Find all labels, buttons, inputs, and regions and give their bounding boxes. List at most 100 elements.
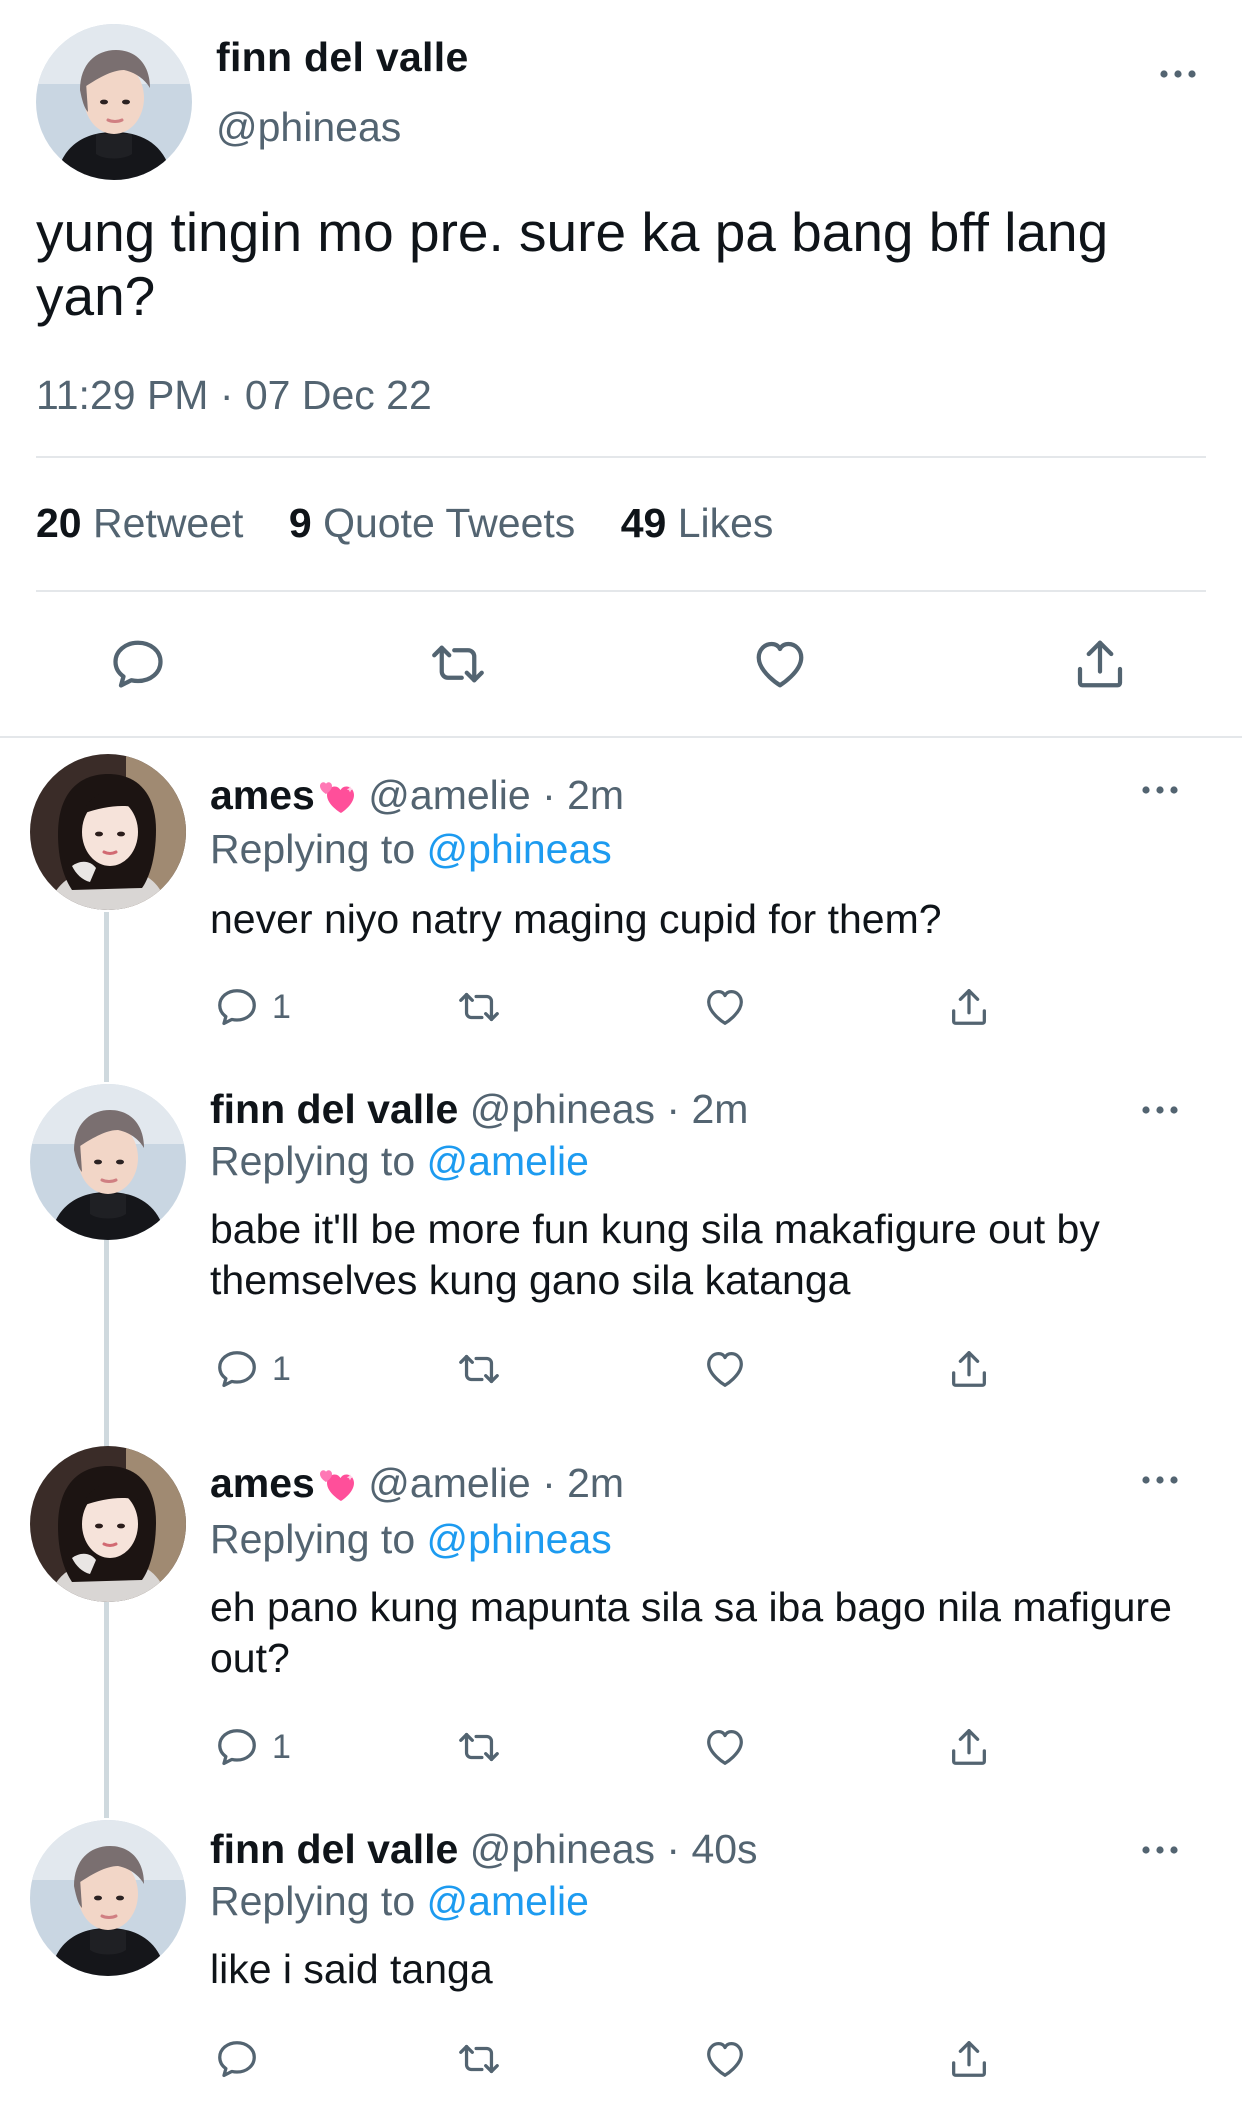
share-upload-icon	[946, 1346, 992, 1392]
share-button[interactable]	[1070, 634, 1130, 694]
replying-to: Replying to @phineas	[210, 826, 612, 873]
reply-author-name[interactable]: ames	[210, 772, 315, 818]
retweet-button[interactable]	[456, 2036, 502, 2082]
retweet-button[interactable]	[456, 1346, 502, 1392]
replying-to-mention[interactable]: @amelie	[427, 1878, 589, 1924]
retweet-button[interactable]	[456, 1724, 502, 1770]
reply-button[interactable]	[214, 1724, 260, 1770]
more-horizontal-icon	[1140, 1472, 1180, 1488]
quotes-count: 9	[288, 500, 312, 546]
avatar[interactable]	[30, 1446, 186, 1602]
reply-header: ames @amelie · 2m	[210, 1460, 624, 1507]
replying-to-mention[interactable]: @phineas	[427, 826, 612, 872]
retweet-icon	[456, 1724, 502, 1770]
avatar[interactable]	[30, 1084, 186, 1240]
like-button[interactable]	[702, 2036, 748, 2082]
like-button[interactable]	[702, 1346, 748, 1392]
more-options-button[interactable]	[1158, 66, 1198, 82]
reply-author-name[interactable]: finn del valle	[210, 1826, 458, 1872]
thread-line	[104, 912, 109, 1082]
separator-dot: ·	[655, 1826, 692, 1872]
reply-author-handle[interactable]: @amelie	[368, 1460, 530, 1506]
reply-text: like i said tanga	[210, 1946, 493, 1992]
reply-bubble-icon	[214, 1346, 260, 1392]
reply-author-handle[interactable]: @phineas	[470, 1826, 655, 1872]
quote-tweets-stat[interactable]: 9 Quote Tweets	[289, 500, 575, 547]
reply-count: 1	[272, 1350, 291, 1388]
author-avatar[interactable]	[36, 24, 192, 180]
tweet-timestamp[interactable]: 11:29 PM · 07 Dec 22	[36, 372, 432, 419]
retweets-label: Retweet	[93, 500, 244, 546]
reply-bubble-icon	[108, 634, 168, 694]
section-divider	[0, 736, 1242, 738]
more-options-button[interactable]	[1140, 782, 1180, 798]
thread-line	[104, 1602, 109, 1818]
heart-outline-icon	[702, 2036, 748, 2082]
reply-bubble-icon	[214, 1724, 260, 1770]
replying-to-mention[interactable]: @phineas	[427, 1516, 612, 1562]
share-upload-icon	[946, 1724, 992, 1770]
like-button[interactable]	[702, 984, 748, 1030]
reply-button[interactable]	[214, 1346, 260, 1392]
share-button[interactable]	[946, 2036, 992, 2082]
reply-time[interactable]: 40s	[691, 1826, 757, 1872]
divider	[36, 456, 1206, 458]
reply-time[interactable]: 2m	[567, 772, 624, 818]
divider	[36, 590, 1206, 592]
reply-author-name[interactable]: finn del valle	[210, 1086, 458, 1132]
reply-header: finn del valle @phineas · 40s	[210, 1826, 758, 1873]
thread-line	[104, 1238, 109, 1450]
reply-author-handle[interactable]: @phineas	[470, 1086, 655, 1132]
pink-hearts-emoji-icon	[317, 1466, 357, 1506]
retweets-count: 20	[36, 500, 82, 546]
avatar[interactable]	[30, 754, 186, 910]
replying-to: Replying to @amelie	[210, 1878, 589, 1925]
retweet-button[interactable]	[456, 984, 502, 1030]
avatar[interactable]	[30, 1820, 186, 1976]
author-name[interactable]: finn del valle	[216, 34, 469, 81]
heart-outline-icon	[702, 1724, 748, 1770]
author-handle[interactable]: @phineas	[216, 104, 401, 151]
replying-to-mention[interactable]: @amelie	[427, 1138, 589, 1184]
more-options-button[interactable]	[1140, 1842, 1180, 1858]
reply-time[interactable]: 2m	[567, 1460, 624, 1506]
retweet-icon	[428, 634, 488, 694]
reply-bubble-icon	[214, 2036, 260, 2082]
more-options-button[interactable]	[1140, 1472, 1180, 1488]
reply-author-handle[interactable]: @amelie	[368, 772, 530, 818]
reply-author-name[interactable]: ames	[210, 1460, 315, 1506]
reply-button[interactable]	[214, 984, 260, 1030]
retweet-button[interactable]	[428, 634, 488, 694]
reply-bubble-icon	[214, 984, 260, 1030]
likes-stat[interactable]: 49 Likes	[621, 500, 774, 547]
share-button[interactable]	[946, 984, 992, 1030]
retweet-icon	[456, 984, 502, 1030]
separator-dot: ·	[530, 772, 568, 818]
more-horizontal-icon	[1140, 782, 1180, 798]
separator-dot: ·	[530, 1460, 568, 1506]
engagement-stats: 20 Retweet 9 Quote Tweets 49 Likes	[36, 500, 807, 547]
share-button[interactable]	[946, 1724, 992, 1770]
like-button[interactable]	[702, 1724, 748, 1770]
heart-outline-icon	[702, 1346, 748, 1392]
reply-header: ames @amelie · 2m	[210, 772, 624, 819]
share-upload-icon	[946, 984, 992, 1030]
replying-to-prefix: Replying to	[210, 1878, 416, 1924]
reply-count: 1	[272, 988, 291, 1026]
retweet-icon	[456, 2036, 502, 2082]
reply-text: never niyo natry maging cupid for them?	[210, 896, 942, 942]
retweet-icon	[456, 1346, 502, 1392]
share-button[interactable]	[946, 1346, 992, 1392]
more-horizontal-icon	[1158, 66, 1198, 82]
share-upload-icon	[946, 2036, 992, 2082]
reply-button[interactable]	[108, 634, 168, 694]
reply-button[interactable]	[214, 2036, 260, 2082]
reply-time[interactable]: 2m	[691, 1086, 748, 1132]
replying-to: Replying to @amelie	[210, 1138, 589, 1185]
reply-text: eh pano kung mapunta sila sa iba bago ni…	[210, 1584, 1172, 1681]
replying-to: Replying to @phineas	[210, 1516, 612, 1563]
more-options-button[interactable]	[1140, 1102, 1180, 1118]
retweets-stat[interactable]: 20 Retweet	[36, 500, 243, 547]
more-horizontal-icon	[1140, 1842, 1180, 1858]
like-button[interactable]	[750, 634, 810, 694]
